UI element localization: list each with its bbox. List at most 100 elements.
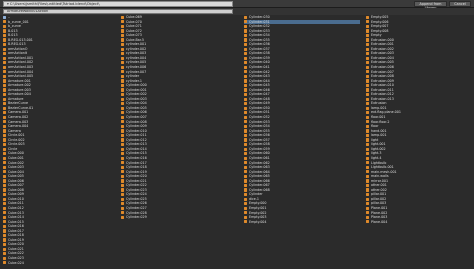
- object-icon: [244, 83, 248, 88]
- object-icon: [3, 79, 7, 83]
- object-icon: [121, 106, 125, 110]
- object-icon: [366, 42, 370, 47]
- object-icon: [121, 29, 125, 33]
- object-icon: [3, 233, 7, 238]
- object-icon: [3, 161, 7, 165]
- object-icon: [244, 156, 248, 160]
- file-list-item[interactable]: Plane.004: [366, 220, 474, 225]
- object-icon: [244, 106, 248, 110]
- object-icon: [366, 215, 370, 219]
- file-list-item-label: Plane.004: [370, 219, 388, 224]
- object-icon: [244, 102, 248, 106]
- append-button[interactable]: Append from Library: [414, 1, 447, 10]
- parent-directory-icon[interactable]: ▾: [7, 2, 9, 6]
- object-icon: [3, 224, 7, 229]
- object-icon: [366, 106, 370, 110]
- object-icon: [366, 179, 370, 183]
- object-icon: [366, 70, 370, 74]
- object-icon: [366, 197, 370, 201]
- object-icon: [244, 179, 248, 183]
- object-icon: [366, 129, 370, 133]
- object-icon: [366, 206, 370, 210]
- filename-bar: ArmatureWalk001Action: [0, 8, 474, 15]
- object-icon: [244, 111, 248, 115]
- object-icon: [366, 133, 370, 138]
- directory-path-field[interactable]: ▾C:\Users\jsmith\Files\untitled\Tstriad.…: [3, 1, 233, 7]
- object-icon: [3, 170, 7, 174]
- object-icon: [121, 174, 125, 178]
- object-icon: [121, 161, 125, 165]
- object-icon: [244, 129, 248, 133]
- file-column: .. b_curve_001 b_curve B.013 B.013 B.REG.013.…: [3, 15, 119, 265]
- file-list-item-label: Cylinder.029: [125, 215, 147, 220]
- object-icon: [3, 70, 7, 74]
- object-icon: [366, 161, 370, 165]
- object-icon: [366, 170, 370, 174]
- object-icon: [121, 102, 125, 106]
- object-icon: [366, 33, 370, 38]
- object-icon: [244, 47, 248, 51]
- object-icon: [3, 102, 7, 106]
- object-icon: [121, 156, 125, 160]
- file-list-scrollbar[interactable]: [469, 15, 474, 269]
- object-icon: [244, 70, 248, 74]
- object-icon: [244, 133, 248, 138]
- object-icon: [366, 138, 370, 142]
- object-icon: [121, 142, 125, 147]
- object-icon: [366, 61, 370, 65]
- object-icon: [121, 111, 125, 115]
- object-icon: [244, 24, 248, 28]
- object-icon: [121, 70, 125, 74]
- object-icon: [3, 92, 7, 97]
- file-browser-window: ▾C:\Users\jsmith\Files\untitled\Tstriad.…: [0, 0, 474, 269]
- object-icon: [3, 24, 7, 28]
- object-icon: [366, 88, 370, 92]
- object-icon: [3, 183, 7, 188]
- object-icon: [3, 38, 7, 42]
- object-icon: [3, 165, 7, 169]
- cancel-button[interactable]: Cancel: [449, 1, 471, 7]
- object-icon: [244, 15, 248, 19]
- object-icon: [3, 243, 7, 247]
- object-icon: [121, 24, 125, 28]
- directory-path-text: C:\Users\jsmith\Files\untitled\Tstriad.b…: [9, 2, 100, 6]
- file-list-item[interactable]: Cylinder.029: [121, 215, 237, 220]
- object-icon: [366, 202, 370, 206]
- object-icon: [3, 247, 7, 251]
- file-column: Empty.005 Empty.006 Empty.007 Empty.008 Empt…: [366, 15, 474, 224]
- object-icon: [3, 42, 7, 47]
- file-list-item-label: Cube.024: [7, 260, 24, 265]
- object-icon: [244, 88, 248, 92]
- object-icon: [3, 147, 7, 151]
- object-icon: [366, 193, 370, 197]
- object-icon: [3, 83, 7, 88]
- object-icon: [3, 138, 7, 142]
- file-list: .. b_curve_001 b_curve B.013 B.013 B.REG.013.…: [0, 15, 474, 269]
- object-icon: [366, 79, 370, 83]
- object-icon: [3, 88, 7, 92]
- object-icon: [3, 124, 7, 128]
- object-icon: [366, 152, 370, 156]
- object-icon: [3, 261, 7, 265]
- object-icon: [121, 183, 125, 188]
- object-icon: [244, 188, 248, 192]
- object-icon: [366, 20, 370, 24]
- object-icon: [366, 92, 370, 97]
- object-icon: [3, 193, 7, 197]
- up-folder-icon: [3, 15, 7, 19]
- object-icon: [121, 197, 125, 201]
- filename-field[interactable]: ArmatureWalk001Action: [3, 9, 233, 14]
- object-icon: [366, 56, 370, 60]
- object-icon: [244, 65, 248, 69]
- object-icon: [3, 47, 7, 51]
- object-icon: [3, 211, 7, 215]
- object-icon: [366, 156, 370, 160]
- file-list-item[interactable]: Cube.024: [3, 261, 119, 266]
- object-icon: [3, 142, 7, 147]
- file-list-item[interactable]: Empty.004: [244, 220, 360, 225]
- object-icon: [121, 124, 125, 128]
- object-icon: [121, 133, 125, 138]
- object-icon: [244, 152, 248, 156]
- object-icon: [244, 124, 248, 128]
- file-column: Cube.069 Cube.070 Cube.071 Cube.072 Cube.073…: [121, 15, 237, 220]
